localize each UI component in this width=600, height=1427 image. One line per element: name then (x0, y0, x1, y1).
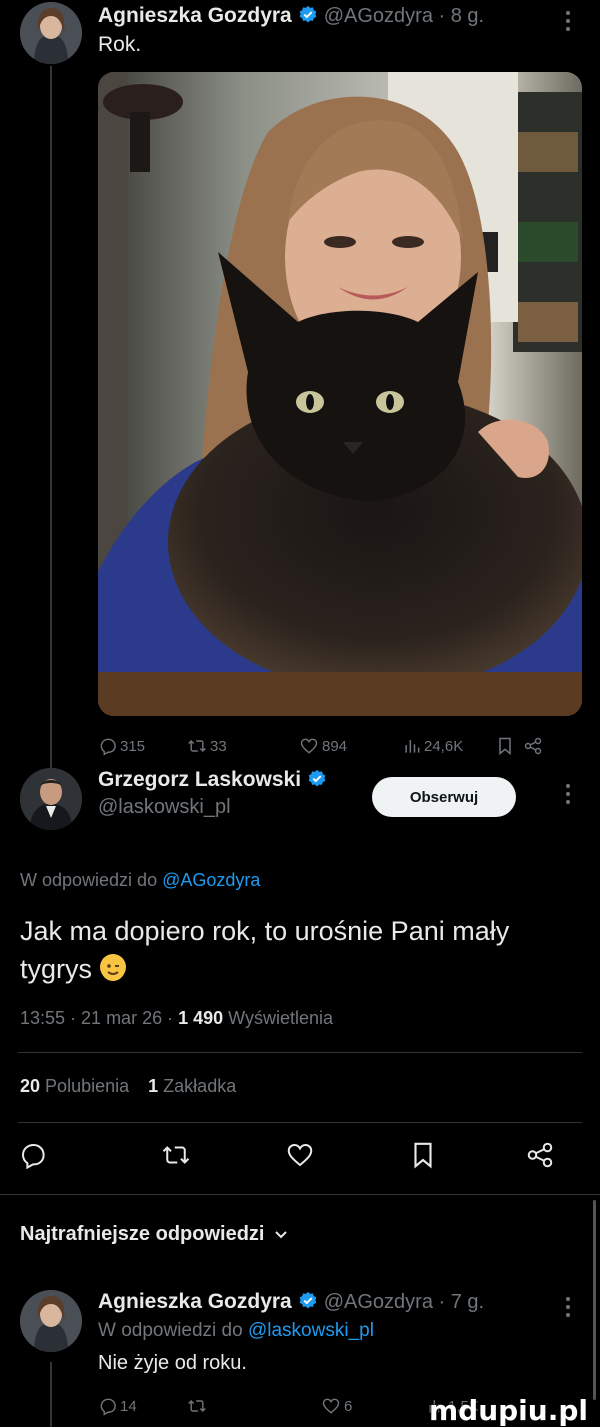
watermark: mdupiu.pl (428, 1394, 588, 1427)
like-count: 6 (344, 1397, 353, 1415)
divider (0, 1194, 600, 1195)
verified-badge-icon (299, 5, 317, 23)
reply-action[interactable]: 14 (98, 1396, 137, 1416)
reply-count: 315 (120, 737, 146, 755)
reply-timestamp[interactable]: 13:55 · 21 mar 26 · (20, 1008, 173, 1028)
views-icon (405, 740, 420, 753)
avatar-agnieszka-icon (20, 1290, 82, 1352)
share-icon[interactable] (522, 736, 544, 756)
avatar[interactable] (20, 2, 82, 64)
reply-to-handle[interactable]: @laskowski_pl (248, 1320, 374, 1341)
likes-summary[interactable]: 20 Polubienia (20, 1076, 129, 1096)
tweet-stats: 14 6 1,5K (98, 1396, 479, 1418)
verified-badge-icon (308, 769, 326, 787)
reply-text-line-1: Jak ma dopiero rok, to urośnie Pani mały (20, 916, 510, 946)
reply-to-handle[interactable]: @AGozdyra (162, 870, 260, 890)
tweet-text: Rok. (98, 33, 142, 56)
reply-text-line-2: tygrys (20, 954, 93, 984)
reply-to-line: W odpowiedzi do @AGozdyra (20, 870, 260, 891)
share-icon[interactable] (524, 1140, 556, 1170)
retweet-icon (188, 739, 206, 753)
reply-icon (100, 1398, 116, 1416)
author-handle[interactable]: @laskowski_pl (98, 796, 231, 819)
tweet-text: Nie żyje od roku. (98, 1352, 247, 1374)
reply-views-count: 1 490 (178, 1008, 224, 1028)
reply-icon (100, 738, 116, 756)
reply-icon[interactable] (18, 1140, 48, 1170)
views-count: 24,6K (424, 737, 464, 755)
reply-count: 14 (120, 1397, 137, 1415)
heart-icon (322, 1398, 340, 1414)
reply-meta: 13:55 · 21 mar 26 · 1 490 Wyświetlenia (20, 1008, 333, 1029)
follow-button[interactable]: Obserwuj (372, 777, 516, 817)
like-action[interactable]: 894 (298, 736, 347, 756)
winking-face-icon (99, 954, 126, 981)
bookmark-icon[interactable] (496, 736, 514, 756)
section-title: Najtrafniejsze odpowiedzi (20, 1223, 265, 1245)
like-action[interactable]: 6 (320, 1396, 352, 1416)
verified-badge-icon (299, 1291, 317, 1309)
handle-time: @AGozdyra · 7 g. (323, 1291, 485, 1313)
heart-icon[interactable] (284, 1140, 316, 1170)
bookmark-icon[interactable] (410, 1140, 436, 1170)
author-name[interactable]: Agnieszka Gozdyra (98, 1290, 292, 1313)
reply-views-label: Wyświetlenia (228, 1008, 334, 1028)
author-name[interactable]: Grzegorz Laskowski (98, 768, 301, 791)
tweet-stats: 315 33 894 24,6K (98, 736, 558, 758)
reply-to-line: W odpowiedzi do @laskowski_pl (98, 1320, 374, 1342)
divider (18, 1052, 582, 1053)
tweet-header: Agnieszka Gozdyra @AGozdyra · 7 g. (98, 1290, 484, 1314)
likes-label: Polubienia (45, 1076, 130, 1096)
divider (18, 1122, 582, 1123)
retweet-icon[interactable] (160, 1140, 192, 1170)
handle-time: @AGozdyra · 8 g. (323, 5, 485, 27)
retweet-count: 33 (210, 737, 227, 755)
bookmarks-label: Zakładka (163, 1076, 237, 1096)
more-options-icon[interactable] (566, 10, 570, 32)
avatar-grzegorz-icon (20, 768, 82, 830)
thread-line (50, 1362, 52, 1427)
avatar[interactable] (20, 1290, 82, 1352)
reply-to-prefix: W odpowiedzi do (98, 1320, 243, 1341)
tweet-photo[interactable] (98, 72, 582, 716)
retweet-action[interactable]: 33 (186, 736, 227, 756)
bookmarks-count: 1 (148, 1076, 159, 1096)
more-options-icon[interactable] (566, 1296, 570, 1318)
heart-icon (300, 738, 318, 754)
reply-text: Jak ma dopiero rok, to urośnie Pani mały… (20, 912, 580, 988)
tweet-header: Agnieszka Gozdyra @AGozdyra · 8 g. (98, 4, 484, 28)
reply-to-prefix: W odpowiedzi do (20, 870, 158, 890)
sort-replies-dropdown[interactable]: Najtrafniejsze odpowiedzi (20, 1223, 288, 1246)
views-action[interactable]: 24,6K (402, 736, 463, 756)
like-count: 894 (322, 737, 348, 755)
likes-count: 20 (20, 1076, 41, 1096)
chevron-down-icon (275, 1230, 288, 1238)
woman-with-black-cat-image (98, 72, 582, 716)
reply-header: Grzegorz Laskowski (98, 768, 333, 792)
bookmarks-summary[interactable]: 1 Zakładka (148, 1076, 236, 1096)
thread-line (50, 66, 52, 772)
avatar-agnieszka-icon (20, 2, 82, 64)
author-name[interactable]: Agnieszka Gozdyra (98, 4, 292, 27)
scrollbar[interactable] (593, 1200, 596, 1400)
avatar[interactable] (20, 768, 82, 830)
retweet-icon[interactable] (186, 1396, 208, 1416)
engagement-counts: 20 Polubienia 1 Zakładka (20, 1076, 236, 1097)
reply-action[interactable]: 315 (98, 736, 145, 756)
more-options-icon[interactable] (566, 783, 570, 805)
